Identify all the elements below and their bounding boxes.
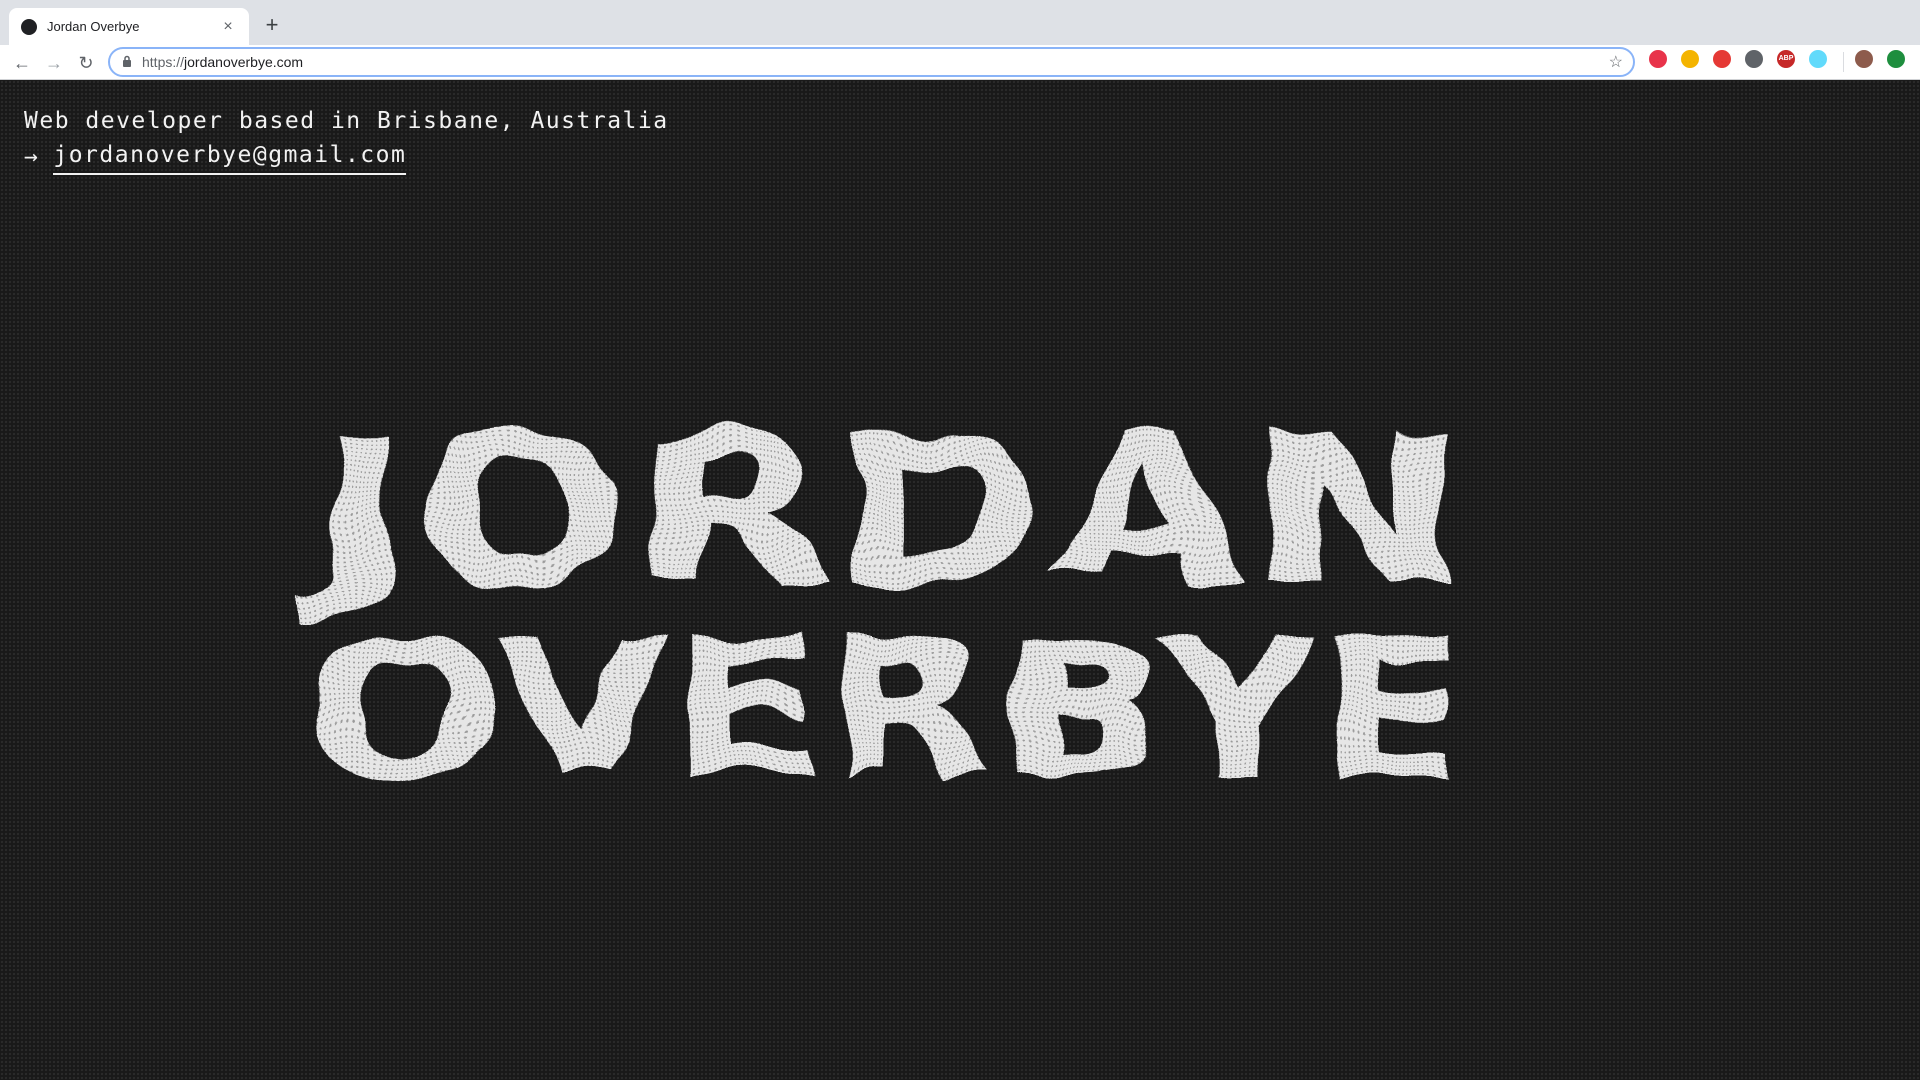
spiral-extension-icon[interactable] [1745,50,1763,68]
update-extension-icon[interactable] [1887,50,1905,68]
url-text[interactable]: https://jordanoverbye.com [142,54,1609,70]
address-bar[interactable]: https://jordanoverbye.com ☆ [108,47,1635,77]
bookmark-star-icon[interactable]: ☆ [1609,52,1623,72]
logo-line-1: JORDAN [299,395,1465,628]
favicon-icon [21,18,37,35]
page-content: Web developer based in Brisbane, Austral… [0,80,1920,1080]
logo-wordmark: JORDAN OVERBYE [299,395,1470,800]
react-devtools-extension-icon[interactable] [1809,50,1827,68]
toolbar-separator [1843,52,1844,72]
lock-icon [122,55,132,70]
shield-extension-icon[interactable] [1713,50,1731,68]
intro-block: Web developer based in Brisbane, Austral… [24,104,669,175]
browser-tab[interactable]: Jordan Overbye × [9,8,249,45]
reload-button[interactable]: ↻ [72,49,100,77]
adblock-extension-icon[interactable]: ABP [1777,50,1795,68]
email-link[interactable]: jordanoverbye@gmail.com [53,138,407,175]
browser-toolbar: ← → ↻ https://jordanoverbye.com ☆ [0,45,1920,80]
logo-line-2: OVERBYE [310,599,1470,800]
close-tab-icon[interactable]: × [219,18,237,36]
grammar-extension-icon[interactable] [1649,50,1667,68]
forward-button[interactable]: → [40,49,68,77]
arrow-right-icon: → [24,143,40,170]
tab-title: Jordan Overbye [47,19,140,34]
profile-avatar-icon[interactable] [1855,50,1873,68]
tab-strip: Jordan Overbye × + [0,0,1920,45]
back-button[interactable]: ← [8,49,36,77]
new-tab-button[interactable]: + [258,12,286,40]
contact-line: → jordanoverbye@gmail.com [24,138,669,175]
color-picker-extension-icon[interactable] [1681,50,1699,68]
intro-text: Web developer based in Brisbane, Austral… [24,108,669,134]
